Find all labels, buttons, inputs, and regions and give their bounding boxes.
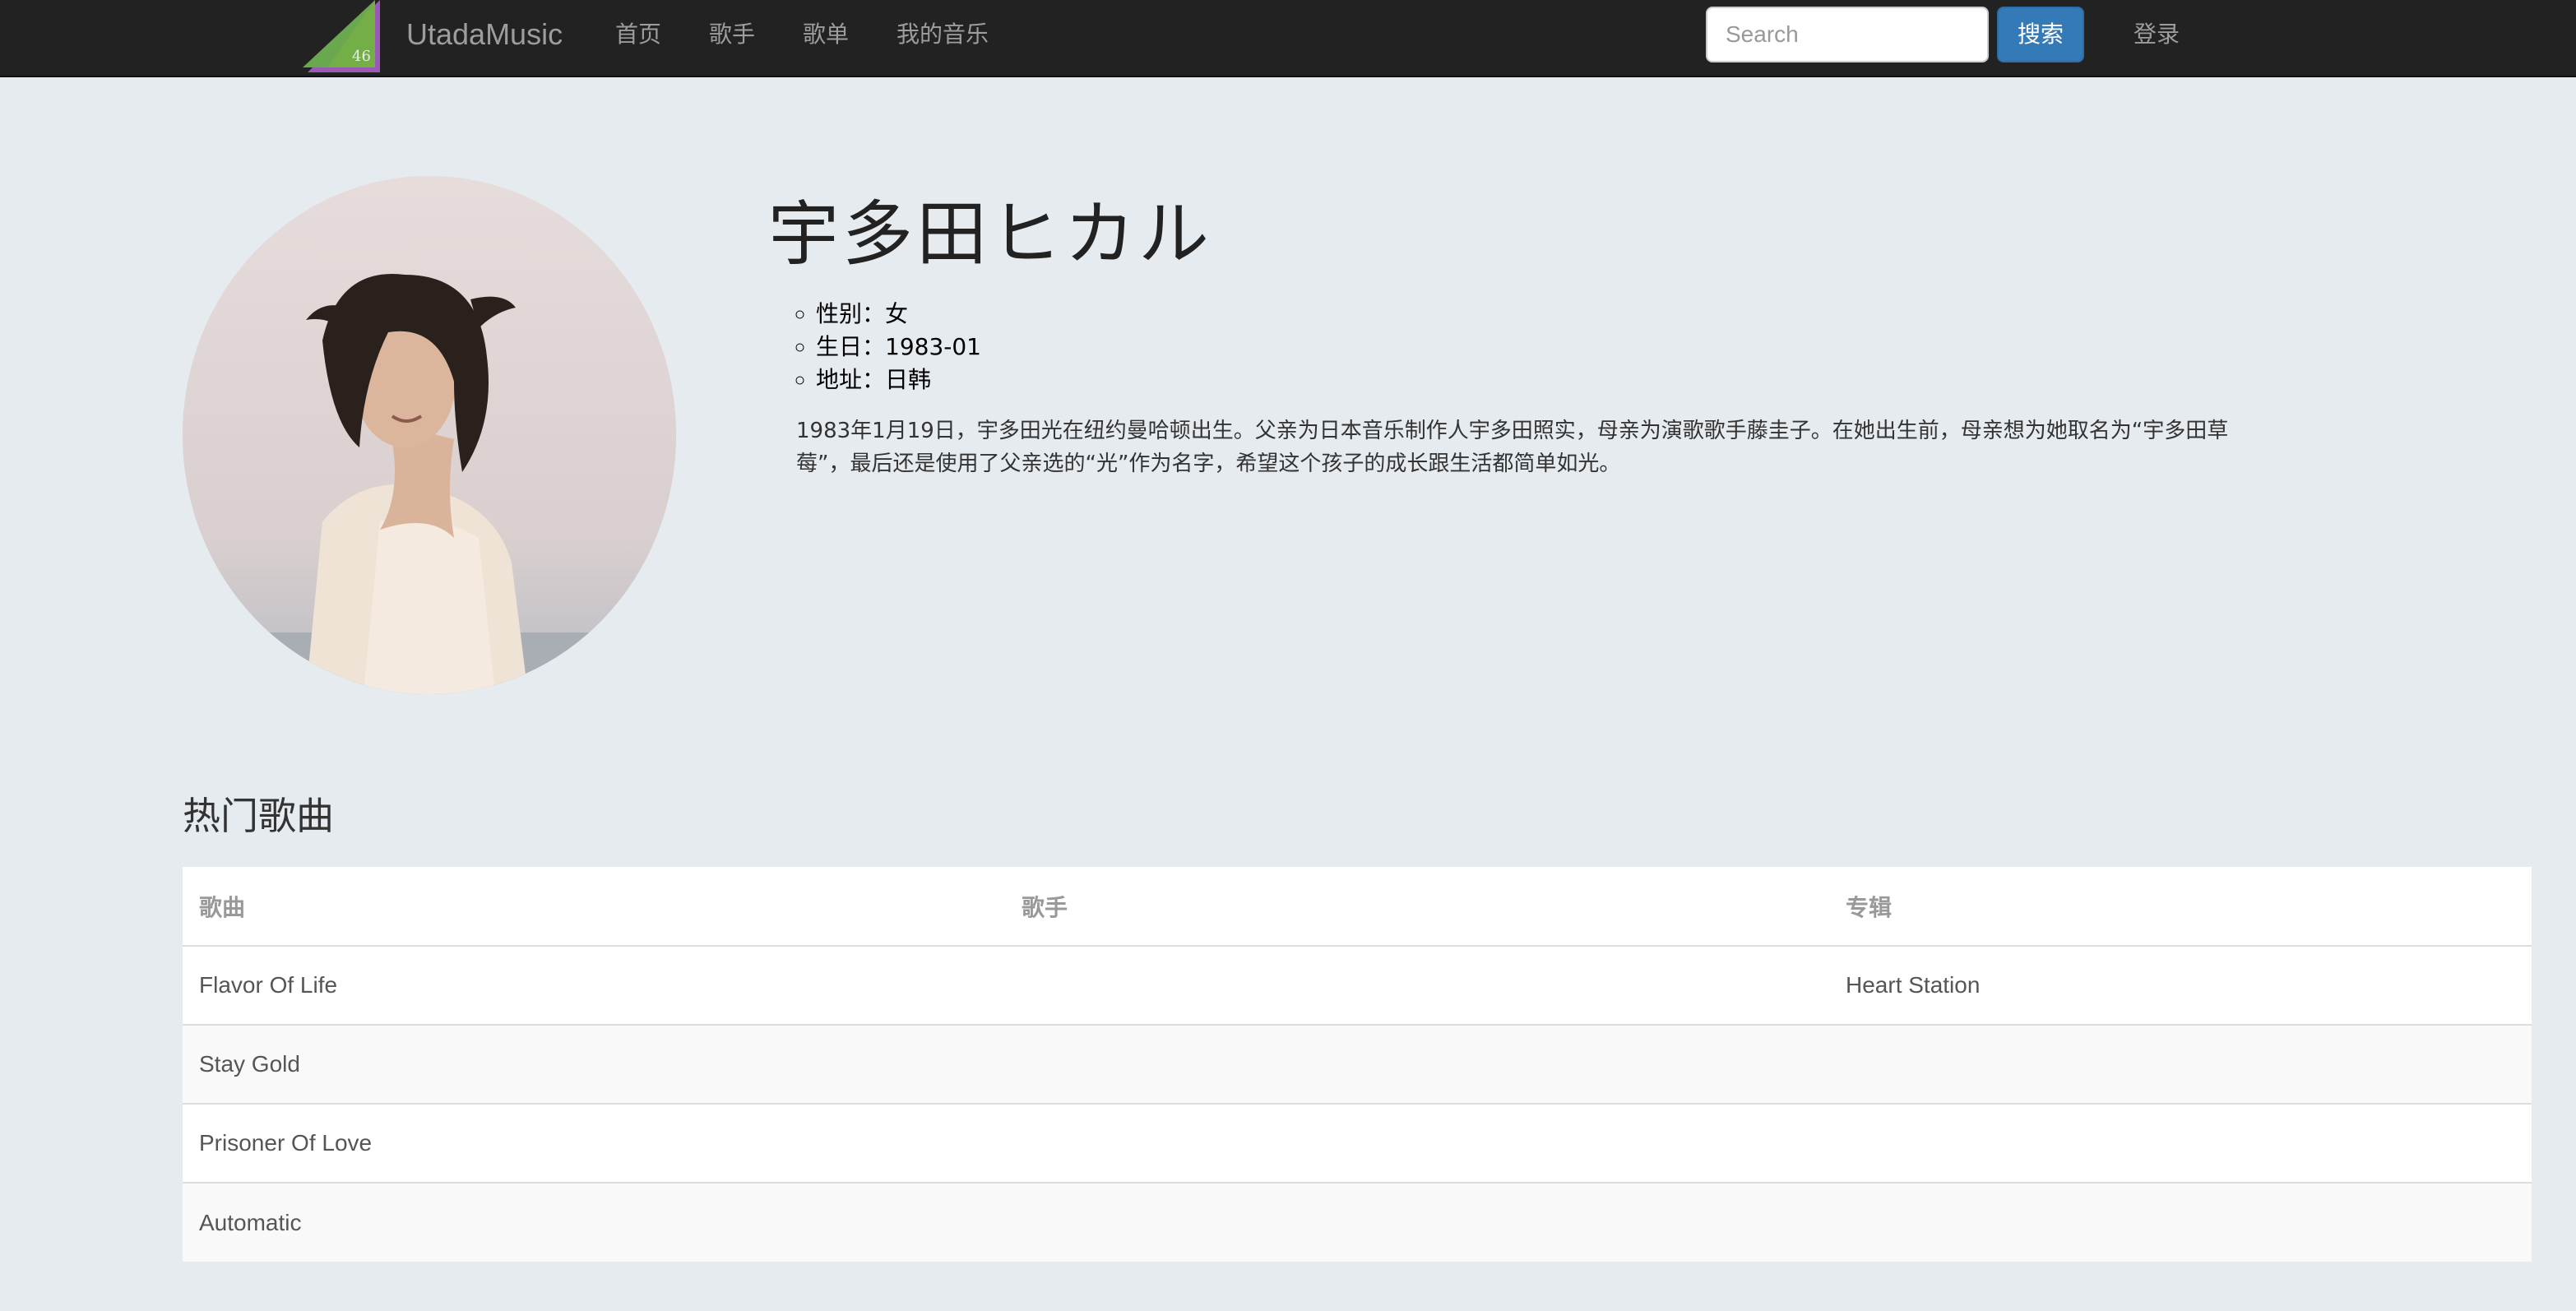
top-navbar: 46 UtadaMusic 首页 歌手 歌单 我的音乐 搜索 登录 [0, 0, 2576, 77]
artist-location: 地址：日韩 [816, 364, 981, 396]
song-title[interactable]: Automatic [183, 1182, 1005, 1262]
artist-gender: 性别：女 [816, 298, 981, 331]
song-singer [1005, 945, 1829, 1025]
song-album[interactable] [1829, 1182, 2532, 1262]
popular-songs-table: 歌曲 歌手 专辑 Flavor Of Life Heart Station St… [183, 867, 2532, 1262]
table-row[interactable]: Flavor Of Life Heart Station [183, 945, 2532, 1025]
artist-info-list: 性别：女 生日：1983-01 地址：日韩 [816, 298, 981, 396]
table-row[interactable]: Prisoner Of Love [183, 1103, 2532, 1183]
search-input[interactable] [1706, 7, 1989, 63]
table-header-row: 歌曲 歌手 专辑 [183, 867, 2532, 947]
artist-bio: 1983年1月19日，宇多田光在纽约曼哈顿出生。父亲为日本音乐制作人宇多田照实，… [796, 419, 2229, 476]
table-row[interactable]: Stay Gold [183, 1024, 2532, 1104]
svg-text:46: 46 [352, 48, 371, 65]
table-row[interactable]: Automatic [183, 1182, 2532, 1262]
nav-link-home[interactable]: 首页 [615, 18, 661, 51]
song-album[interactable] [1829, 1024, 2532, 1104]
song-singer [1005, 1024, 1829, 1104]
artist-birthday: 生日：1983-01 [816, 331, 981, 364]
nav-link-playlists[interactable]: 歌单 [803, 18, 849, 51]
song-title[interactable]: Prisoner Of Love [183, 1103, 1005, 1183]
column-header-singer: 歌手 [1005, 867, 1829, 947]
column-header-song: 歌曲 [183, 867, 1005, 947]
song-album[interactable]: Heart Station [1829, 945, 2532, 1025]
nav-link-singers[interactable]: 歌手 [709, 18, 755, 51]
artist-avatar [183, 176, 676, 694]
song-singer [1005, 1103, 1829, 1183]
search-button[interactable]: 搜索 [1997, 7, 2084, 63]
login-link[interactable]: 登录 [2134, 18, 2180, 51]
song-album[interactable] [1829, 1103, 2532, 1183]
column-header-album: 专辑 [1829, 867, 2532, 947]
song-title[interactable]: Flavor Of Life [183, 945, 1005, 1025]
brand-link[interactable]: UtadaMusic [406, 15, 563, 54]
artist-name: 宇多田ヒカル [768, 193, 1212, 276]
logo-icon[interactable]: 46 [303, 0, 383, 72]
main-nav: 首页 歌手 歌单 我的音乐 [615, 18, 1036, 51]
nav-link-my-music[interactable]: 我的音乐 [897, 18, 989, 51]
artist-photo-icon [183, 176, 676, 694]
song-singer [1005, 1182, 1829, 1262]
popular-songs-title: 热门歌曲 [183, 794, 334, 838]
song-title[interactable]: Stay Gold [183, 1024, 1005, 1104]
